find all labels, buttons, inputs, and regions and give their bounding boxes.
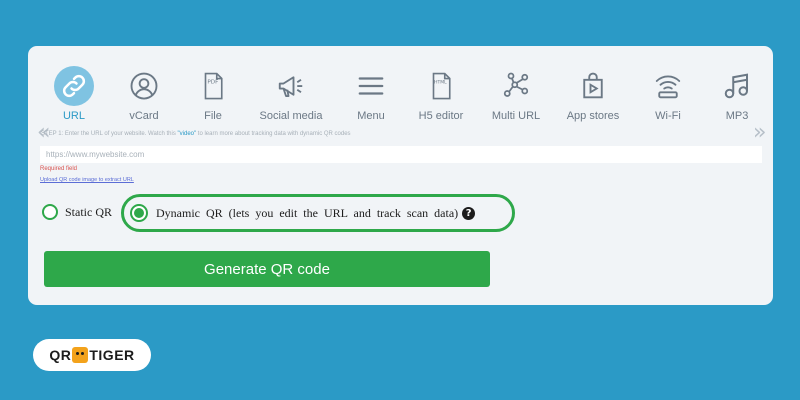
qr-type-tabs: URL vCard PDF File Social media Menu HTM… bbox=[28, 66, 773, 126]
menu-icon bbox=[351, 66, 391, 106]
tab-mp3-label: MP3 bbox=[725, 110, 749, 122]
network-icon bbox=[496, 66, 536, 106]
svg-text:PDF: PDF bbox=[207, 80, 218, 86]
tab-social-media-label: Social media bbox=[259, 110, 323, 122]
upload-qr-link[interactable]: Upload QR code image to extract URL bbox=[40, 177, 134, 183]
megaphone-icon bbox=[271, 66, 311, 106]
logo-text-tiger: TIGER bbox=[89, 347, 135, 363]
link-icon bbox=[54, 66, 94, 106]
qr-generator-panel: « » URL vCard PDF File Social media Menu… bbox=[28, 46, 773, 305]
url-input[interactable] bbox=[40, 146, 762, 163]
generate-qr-button[interactable]: Generate QR code bbox=[44, 251, 490, 287]
dynamic-qr-radio[interactable] bbox=[130, 204, 148, 222]
static-qr-label: Static QR bbox=[65, 204, 112, 219]
static-qr-radio[interactable] bbox=[42, 204, 58, 220]
tab-social-media[interactable]: Social media bbox=[246, 66, 336, 122]
tiger-icon bbox=[72, 347, 89, 363]
step-text: STEP 1: Enter the URL of your website. bbox=[41, 131, 147, 137]
qr-tiger-logo: QR TIGER bbox=[33, 339, 151, 371]
radio-selected-dot bbox=[134, 208, 144, 218]
tab-file[interactable]: PDF File bbox=[168, 66, 258, 122]
step-text-after: to learn more about tracking data with d… bbox=[196, 131, 351, 137]
music-icon bbox=[717, 66, 757, 106]
dynamic-qr-option[interactable]: Dynamic QR (lets you edit the URL and tr… bbox=[121, 194, 515, 232]
logo-text-qr: QR bbox=[49, 347, 72, 363]
pdf-file-icon: PDF bbox=[193, 66, 233, 106]
step-watch-text: Watch this bbox=[146, 131, 178, 137]
tab-mp3[interactable]: MP3 bbox=[692, 66, 782, 122]
user-icon bbox=[124, 66, 164, 106]
html-file-icon: HTML bbox=[421, 66, 461, 106]
svg-text:HTML: HTML bbox=[434, 80, 447, 86]
help-icon[interactable]: ? bbox=[462, 206, 476, 220]
static-qr-option[interactable]: Static QR bbox=[42, 204, 112, 220]
required-field-error: Required field bbox=[40, 166, 78, 172]
tab-file-label: File bbox=[204, 110, 222, 122]
wifi-icon bbox=[648, 66, 688, 106]
video-link[interactable]: "video" bbox=[178, 131, 197, 137]
dynamic-qr-label: Dynamic QR (lets you edit the URL and tr… bbox=[156, 205, 459, 220]
step-instruction: STEP 1: Enter the URL of your website. W… bbox=[41, 131, 351, 137]
app-store-bag-icon bbox=[573, 66, 613, 106]
